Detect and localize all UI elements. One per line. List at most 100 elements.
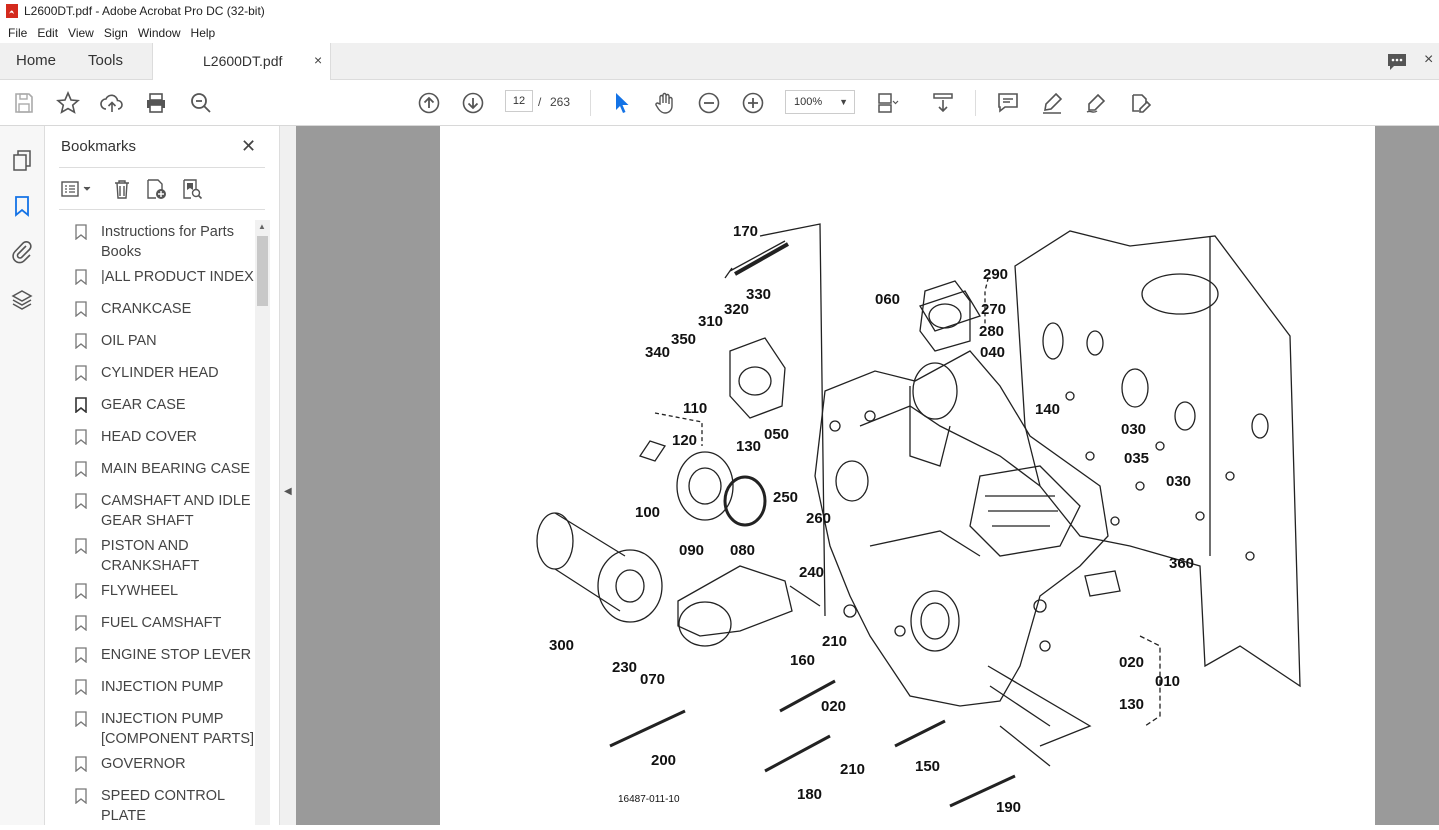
bookmark-icon bbox=[75, 711, 87, 727]
part-label: 230 bbox=[612, 659, 637, 676]
panel-title: Bookmarks bbox=[61, 138, 137, 155]
collapse-panel-icon[interactable]: ◀ bbox=[284, 486, 292, 497]
bookmark-item[interactable]: CYLINDER HEAD bbox=[59, 361, 255, 386]
scroll-up-icon[interactable]: ▲ bbox=[258, 222, 266, 231]
bookmark-icon bbox=[75, 538, 87, 554]
bookmark-item[interactable]: FUEL CAMSHAFT bbox=[59, 611, 255, 636]
bookmark-item[interactable]: Instructions for Parts Books bbox=[59, 220, 255, 265]
star-icon[interactable] bbox=[56, 91, 80, 115]
bookmark-panel-icon[interactable] bbox=[10, 194, 34, 218]
bookmark-item[interactable]: OIL PAN bbox=[59, 329, 255, 354]
part-label: 110 bbox=[683, 400, 707, 417]
zoom-in-icon[interactable] bbox=[741, 91, 765, 115]
toolbar-divider bbox=[975, 90, 976, 116]
part-label: 250 bbox=[773, 489, 798, 506]
layers-icon[interactable] bbox=[10, 288, 34, 312]
window-title: L2600DT.pdf - Adobe Acrobat Pro DC (32-b… bbox=[24, 4, 265, 18]
scroll-mode-icon[interactable] bbox=[931, 91, 955, 115]
draw-pen-icon[interactable] bbox=[1084, 91, 1108, 115]
upload-cloud-icon[interactable] bbox=[100, 91, 124, 115]
diagram-code: 16487-011-10 bbox=[618, 794, 680, 805]
next-page-icon[interactable] bbox=[461, 91, 485, 115]
bookmark-icon bbox=[75, 647, 87, 663]
menu-view[interactable]: View bbox=[68, 26, 94, 40]
tab-close-icon[interactable]: × bbox=[314, 52, 322, 68]
bookmark-label: CRANKCASE bbox=[101, 301, 192, 317]
part-label: 170 bbox=[733, 223, 758, 240]
bookmark-item[interactable]: PISTON AND CRANKSHAFT bbox=[59, 534, 255, 579]
page-thumbnails-icon[interactable] bbox=[10, 148, 34, 172]
part-label: 070 bbox=[640, 671, 665, 688]
bookmark-item[interactable]: SPEED CONTROL PLATE bbox=[59, 784, 255, 825]
bookmark-icon bbox=[75, 679, 87, 695]
bookmark-label: FLYWHEEL bbox=[101, 583, 179, 599]
hand-pan-icon[interactable] bbox=[653, 91, 677, 115]
part-label: 180 bbox=[797, 786, 822, 803]
menu-edit[interactable]: Edit bbox=[37, 26, 58, 40]
bookmark-search-icon[interactable] bbox=[181, 178, 203, 200]
bookmark-label: OIL PAN bbox=[101, 333, 157, 349]
main-toolbar bbox=[0, 80, 1439, 126]
part-label: 130 bbox=[736, 438, 761, 455]
previous-page-icon[interactable] bbox=[417, 91, 441, 115]
menu-file[interactable]: File bbox=[8, 26, 27, 40]
zoom-select[interactable]: 100% ▼ bbox=[785, 90, 855, 114]
page-fit-icon[interactable] bbox=[875, 91, 899, 115]
bookmark-item[interactable]: ENGINE STOP LEVER bbox=[59, 643, 255, 668]
bookmark-scrollbar[interactable]: ▲ bbox=[255, 220, 270, 825]
panel-splitter[interactable]: ◀ bbox=[279, 126, 296, 825]
close-icon[interactable]: ✕ bbox=[241, 136, 256, 157]
menu-help[interactable]: Help bbox=[191, 26, 216, 40]
bookmark-item[interactable]: CRANKCASE bbox=[59, 297, 255, 322]
bookmark-item[interactable]: |ALL PRODUCT INDEX bbox=[59, 265, 255, 290]
part-label: 060 bbox=[875, 291, 900, 308]
tab-document[interactable]: L2600DT.pdf × bbox=[152, 43, 331, 80]
bookmark-item[interactable]: CAMSHAFT AND IDLE GEAR SHAFT bbox=[59, 489, 255, 534]
bookmark-item[interactable]: GOVERNOR bbox=[59, 752, 255, 777]
tab-home[interactable]: Home bbox=[16, 52, 56, 69]
bookmark-item[interactable]: INJECTION PUMP bbox=[59, 675, 255, 700]
close-window-icon[interactable]: × bbox=[1424, 51, 1433, 69]
part-label: 300 bbox=[549, 637, 574, 654]
bookmark-item[interactable]: HEAD COVER bbox=[59, 425, 255, 450]
bookmark-item[interactable]: INJECTION PUMP [COMPONENT PARTS] bbox=[59, 707, 255, 752]
part-label: 330 bbox=[746, 286, 771, 303]
options-menu-icon[interactable] bbox=[59, 178, 95, 200]
part-label: 030 bbox=[1121, 421, 1146, 438]
document-viewer[interactable]: 170 290 330 320 270 060 280 310 340 350 … bbox=[296, 126, 1439, 825]
comment-bubble-icon[interactable] bbox=[1386, 52, 1408, 72]
part-label: 140 bbox=[1035, 401, 1060, 418]
tab-document-label: L2600DT.pdf bbox=[203, 53, 283, 69]
select-cursor-icon[interactable] bbox=[609, 91, 633, 115]
bookmark-icon bbox=[75, 493, 87, 509]
part-label: 010 bbox=[1155, 673, 1180, 690]
zoom-out-icon[interactable] bbox=[697, 91, 721, 115]
save-icon[interactable] bbox=[12, 91, 36, 115]
zoom-value: 100% bbox=[794, 96, 823, 108]
page-number-input[interactable]: 12 bbox=[505, 90, 533, 112]
attachment-icon[interactable] bbox=[10, 240, 34, 264]
edit-document-icon[interactable] bbox=[1128, 91, 1152, 115]
part-label: 150 bbox=[915, 758, 940, 775]
bookmark-label: ENGINE STOP LEVER bbox=[101, 647, 252, 663]
bookmark-icon bbox=[75, 365, 87, 381]
menu-bar: File Edit View Sign Window Help bbox=[0, 22, 1439, 43]
delete-trash-icon[interactable] bbox=[111, 178, 133, 200]
bookmark-label: Instructions for Parts Books bbox=[101, 224, 234, 260]
highlight-pen-icon[interactable] bbox=[1040, 91, 1064, 115]
bookmark-item[interactable]: FLYWHEEL bbox=[59, 579, 255, 604]
part-label: 350 bbox=[671, 331, 696, 348]
bookmark-item[interactable]: MAIN BEARING CASE bbox=[59, 457, 255, 482]
print-icon[interactable] bbox=[144, 91, 168, 115]
search-zoom-icon[interactable] bbox=[189, 91, 213, 115]
part-label: 100 bbox=[635, 504, 660, 521]
scrollbar-thumb[interactable] bbox=[257, 236, 268, 306]
menu-sign[interactable]: Sign bbox=[104, 26, 128, 40]
comment-icon[interactable] bbox=[996, 91, 1020, 115]
new-bookmark-icon[interactable] bbox=[145, 178, 167, 200]
tab-tools[interactable]: Tools bbox=[88, 52, 123, 69]
bookmark-item[interactable]: GEAR CASE bbox=[59, 393, 255, 418]
exploded-parts-diagram: 170 290 330 320 270 060 280 310 340 350 … bbox=[536, 223, 1301, 816]
part-label: 270 bbox=[981, 301, 1006, 318]
menu-window[interactable]: Window bbox=[138, 26, 181, 40]
